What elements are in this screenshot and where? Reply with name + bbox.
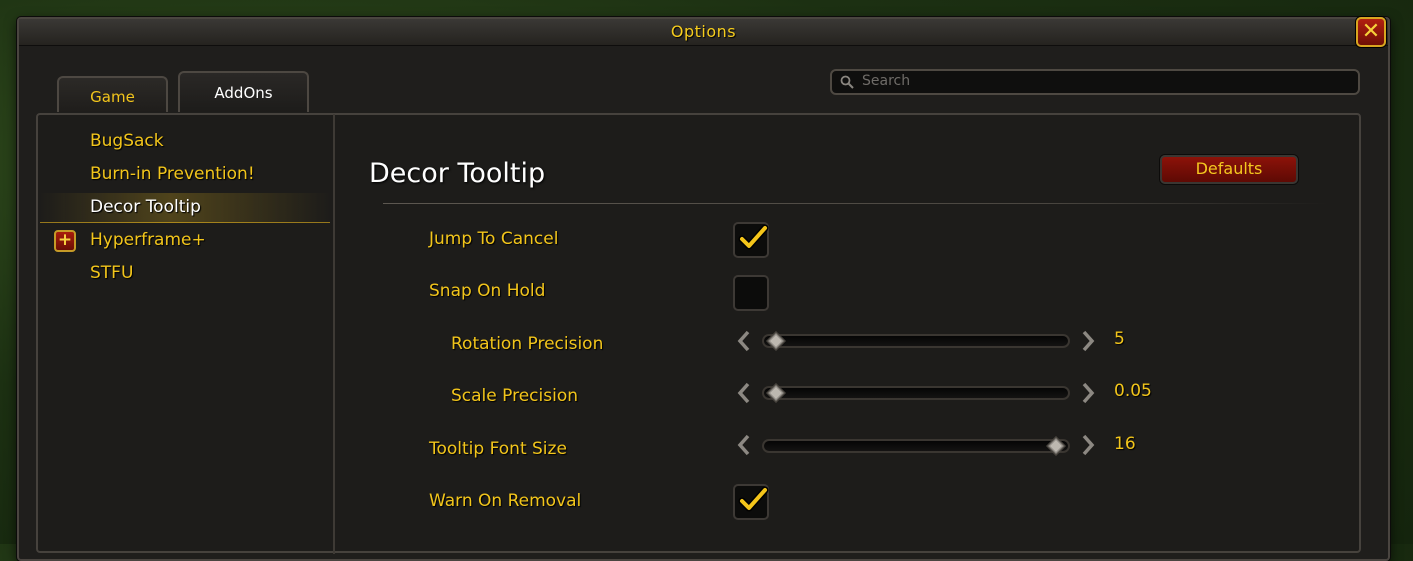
arrow-right-icon[interactable] (1080, 330, 1096, 352)
search-icon (840, 75, 854, 89)
sidebar-item-decor-tooltip[interactable]: Decor Tooltip (90, 196, 201, 218)
warn-on-removal-checkbox[interactable] (733, 484, 769, 520)
tab-game-label: Game (90, 88, 135, 106)
panel-title: Decor Tooltip (369, 158, 546, 189)
jump-to-cancel-label: Jump To Cancel (429, 229, 559, 249)
tooltip-font-size-slider[interactable] (762, 436, 1070, 456)
slider-thumb-icon[interactable] (766, 331, 786, 351)
sidebar-item-bugsack[interactable]: BugSack (90, 130, 164, 152)
rotation-precision-value: 5 (1114, 329, 1125, 349)
snap-on-hold-label: Snap On Hold (429, 281, 546, 301)
arrow-left-icon[interactable] (736, 382, 752, 404)
plus-icon: + (57, 230, 73, 250)
tab-game[interactable]: Game (57, 76, 168, 112)
search-input[interactable]: Search (862, 73, 910, 89)
expand-hyperframe-button[interactable]: + (54, 230, 76, 252)
window-title: Options (670, 22, 737, 41)
sidebar-item-stfu[interactable]: STFU (90, 262, 133, 284)
sidebar-item-burn-in-prevention[interactable]: Burn-in Prevention! (90, 163, 255, 185)
jump-to-cancel-checkbox[interactable] (733, 222, 769, 258)
tooltip-font-size-value: 16 (1114, 434, 1136, 454)
search-field[interactable]: Search (830, 69, 1360, 95)
arrow-right-icon[interactable] (1080, 434, 1096, 456)
slider-thumb-icon[interactable] (1046, 436, 1066, 456)
tab-addons-label: AddOns (214, 84, 273, 102)
sidebar-divider (333, 114, 335, 554)
slider-thumb-icon[interactable] (766, 383, 786, 403)
close-icon: ✕ (1361, 19, 1381, 44)
defaults-button[interactable]: Defaults (1160, 155, 1298, 184)
scale-precision-value: 0.05 (1114, 381, 1152, 401)
arrow-right-icon[interactable] (1080, 382, 1096, 404)
scale-precision-label: Scale Precision (451, 386, 578, 406)
arrow-left-icon[interactable] (736, 434, 752, 456)
warn-on-removal-label: Warn On Removal (429, 491, 582, 511)
tooltip-font-size-label: Tooltip Font Size (429, 439, 567, 459)
title-bar[interactable]: Options (19, 19, 1388, 46)
checkmark-icon (738, 224, 769, 250)
sidebar-item-hyperframe[interactable]: Hyperframe+ (90, 229, 206, 251)
rotation-precision-slider[interactable] (762, 331, 1070, 351)
title-divider (383, 203, 1328, 204)
close-button[interactable]: ✕ (1356, 17, 1386, 47)
arrow-left-icon[interactable] (736, 330, 752, 352)
snap-on-hold-checkbox[interactable] (733, 275, 769, 311)
tab-addons[interactable]: AddOns (178, 71, 309, 112)
scale-precision-slider[interactable] (762, 383, 1070, 403)
checkmark-icon (738, 486, 769, 512)
rotation-precision-label: Rotation Precision (451, 334, 604, 354)
